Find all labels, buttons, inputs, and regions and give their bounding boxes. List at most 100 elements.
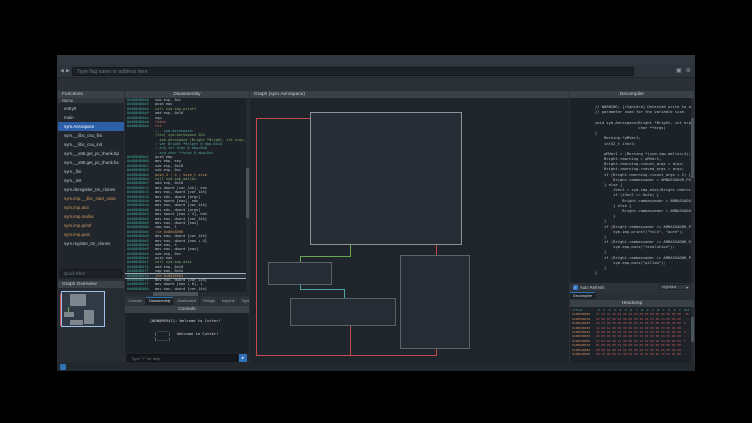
decompiler-line[interactable]: // WARNING: [r2ghidra] Detected write to… [572,99,689,104]
dock-tab[interactable]: Disassembly [146,297,175,305]
function-list-item[interactable]: sym.register_tm_clones [58,239,124,248]
graph-node-line: sym.Aerospace (Bright *Bright, int argc,… [314,121,458,127]
function-name: sym.imp.malloc [64,214,94,219]
function-list-item[interactable]: sym._fini [58,167,124,176]
scrollbar-thumb[interactable] [691,317,694,342]
disassembly-panel: Disassembly 0x080484a0 sub esp, 0xc 0x08… [125,91,249,296]
decompiler-line-text: } [595,270,597,275]
decompiler-vertical-scrollbar[interactable] [691,98,694,283]
graph-edge-false [256,355,437,356]
graph-node-line: mov eax, dword [var_14h] [404,264,466,270]
minimap-node [70,294,86,306]
minimap-node [84,310,94,324]
console-input[interactable] [127,354,238,362]
graph-edge-false [256,118,310,119]
graph-node-line: mov eax, dword [var_14h] [404,330,466,336]
gear-icon[interactable]: ⚙ [686,67,691,74]
function-list-item[interactable]: sym.Aerospace [58,122,124,131]
function-list-item[interactable]: sym.deregister_tm_clones [58,185,124,194]
function-list-item[interactable]: sym.__x86.get_pc_thunk.bx [58,158,124,167]
decompiler-engine-value: r2ghidra [662,285,676,289]
function-list-item[interactable]: sym.imp.__libc_start_main [58,194,124,203]
graph-overview-minimap[interactable] [58,288,124,363]
disassembly-vertical-scrollbar[interactable] [246,98,249,292]
functions-panel-title: Functions [58,91,124,98]
function-list-item[interactable]: sym.imp.printf [58,221,124,230]
graph-overview-panel: Graph Overview [58,281,124,363]
function-list-item[interactable]: entry0 [58,104,124,113]
function-list-item[interactable]: sym.imp.puts [58,230,124,239]
graph-panel: Graph (sym.Aerospace) (fcn) sym.Aerospac… [250,91,569,363]
back-icon[interactable]: ◀ [60,68,64,74]
function-name: sym.imp.__libc_start_main [64,196,116,201]
function-name: sym.imp.puts [64,232,90,237]
dock-tab[interactable]: Dashboard [174,297,200,305]
status-bar [57,363,695,371]
dock-tab[interactable]: Strings [200,297,219,305]
hexdump-row[interactable]: 0x08048090 00 10 00 00 01 00 00 00 f0 0e… [572,352,689,356]
graph-overview-title: Graph Overview [58,281,124,288]
status-task-indicator[interactable] [60,364,66,370]
disassembly-panel-title: Disassembly [125,91,249,98]
function-name: sym.__x86.get_pc_thunk.bx [64,160,119,165]
function-list-item[interactable]: sym.imp.atoi [58,203,124,212]
graph-canvas[interactable]: (fcn) sym.Aerospace 204 sym.Aerospace (B… [250,98,569,363]
disassembly-horizontal-scrollbar[interactable] [125,292,246,296]
function-list-item[interactable]: sym.__x86.get_pc_thunk.bp [58,149,124,158]
graph-edge-true [300,256,351,257]
dock-tab-label: Strings [203,299,215,303]
graph-node-line: call sym.imp.atoi [404,297,466,303]
decompiler-tab-label: Decompiler [573,294,592,298]
menu-bar [57,55,695,65]
decompiler-tab[interactable]: Decompiler [570,292,596,299]
minimap-node [70,320,83,325]
console-line-text: |_____| [150,336,171,341]
graph-node-true-branch[interactable]: mov eax, dword [var_14h] mov dword [eax … [268,262,332,285]
toolbar: ◀ ▶ ▣ ⚙ [57,65,695,78]
function-list-item[interactable]: sym.__libc_csu_init [58,140,124,149]
function-name: sym.imp.printf [64,223,91,228]
forward-icon[interactable]: ▶ [66,68,70,74]
graph-edge-false [256,118,257,355]
function-name: sym.deregister_tm_clones [64,187,115,192]
tasks-icon[interactable]: ▣ [676,67,682,74]
function-name: sym._fini [64,169,81,174]
minimap-node [64,312,74,317]
function-list-item[interactable]: sym.imp.malloc [58,212,124,221]
decompiler-engine-select[interactable]: r2ghidra ▾ [659,284,691,290]
graph-node-exit[interactable]: push str.42 ; 0x80485d0 ; "42" ; const c… [290,298,396,326]
scrollbar-thumb[interactable] [691,118,694,178]
quick-filter-input[interactable] [60,269,122,277]
auto-refresh-checkbox[interactable]: ✓ [573,285,578,290]
decompiler-line-text: sym.imp.puts("revolution"); [595,244,675,249]
function-list-item[interactable]: main [58,113,124,122]
function-name: sym.imp.atoi [64,205,89,210]
graph-edge-false [350,324,351,355]
scrollbar-thumb[interactable] [246,168,249,218]
chevron-down-icon: ▾ [686,285,688,290]
hexdump-panel: Hexdump offset 0 1 2 3 4 5 6 7 8 9 A B C… [570,300,694,363]
graph-node-false-branch[interactable]: ; CODE XREF from sym.Aerospace @ 0x80484… [400,255,470,349]
dock-tab[interactable]: Console [125,297,146,305]
auto-refresh-label: Auto Refresh [580,285,604,290]
screenshot-canvas: ◀ ▶ ▣ ⚙ Functions Name entry0 main sym.A… [0,0,752,423]
scrollbar-thumb[interactable] [153,292,198,296]
hexdump-vertical-scrollbar[interactable] [691,307,694,363]
function-name: sym.__x86.get_pc_thunk.bp [64,151,119,156]
dock-tab[interactable]: Imports [219,297,239,305]
graph-node-line: jle 0x8048506 [314,236,458,242]
console-submit-button[interactable]: ▸ [239,354,247,362]
function-name: sym._init [64,178,81,183]
function-list-item[interactable]: sym._init [58,176,124,185]
search-input[interactable] [72,67,634,76]
hexdump-ascii: ................ [684,352,689,356]
function-list-item[interactable]: sym.__libc_csu_fini [58,131,124,140]
decompiler-line-text: int32_t iVar2; [595,141,636,146]
console-panel-title: Console [125,306,249,313]
disassembly-line[interactable]: 0x08048506 mov eax, dword [var_14h] [125,287,246,291]
decompiler-code: // WARNING: [r2ghidra] Detected write to… [570,98,691,283]
decompiler-line-text: // parameter used for the variable size [595,109,684,114]
graph-node-entry[interactable]: (fcn) sym.Aerospace 204 sym.Aerospace (B… [310,112,462,245]
function-name: main [64,115,74,120]
dock-tab[interactable]: Types [239,297,249,305]
